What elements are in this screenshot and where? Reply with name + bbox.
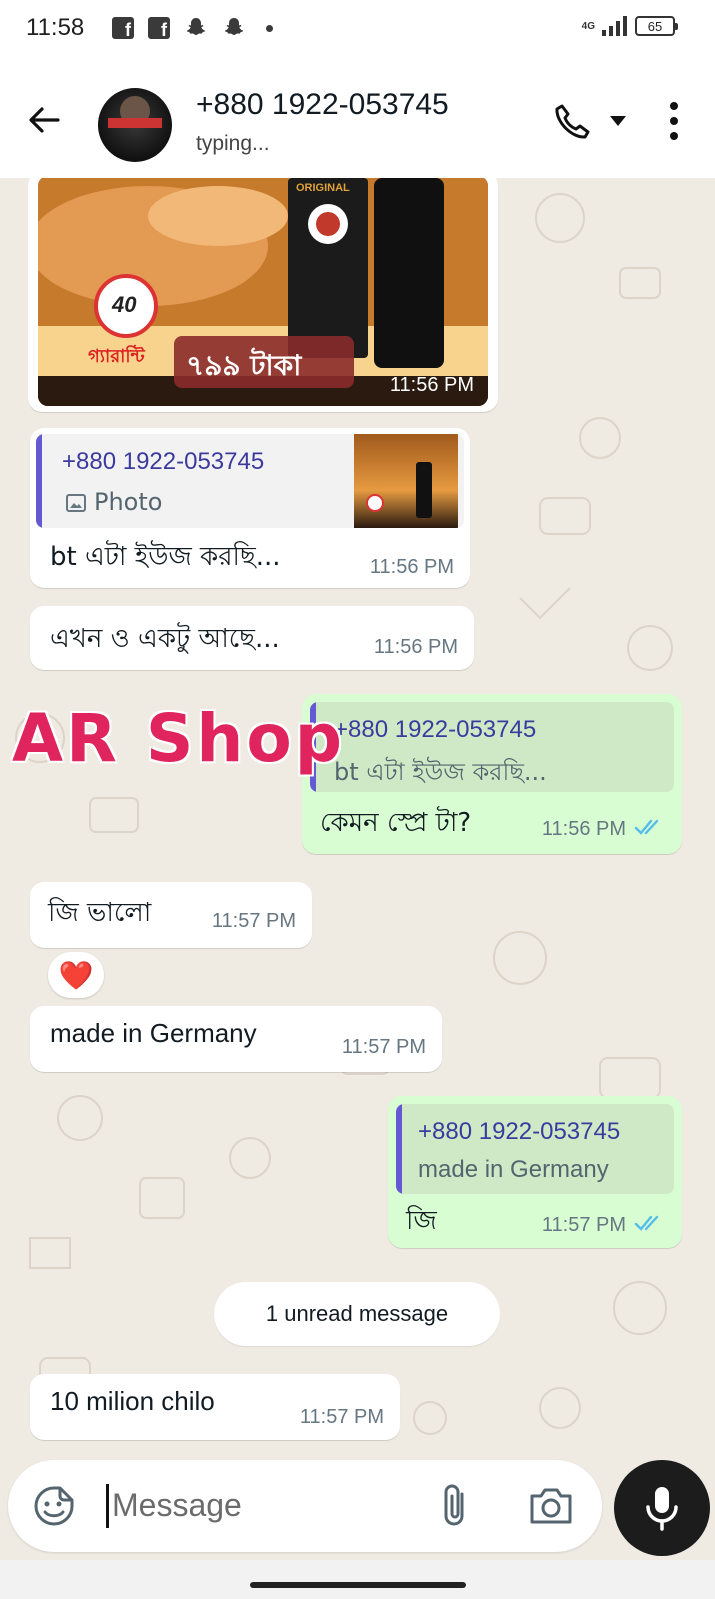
more-options-icon[interactable]: [664, 100, 684, 142]
image-badge-number: 40: [112, 292, 137, 317]
message-time: 11:57 PM: [341, 1036, 426, 1058]
voice-call-icon[interactable]: [552, 102, 592, 142]
facebook-icon: f: [148, 17, 170, 39]
network-type: 4G: [581, 20, 595, 32]
reaction-badge[interactable]: ❤️: [48, 952, 104, 998]
message-text: জি: [406, 1206, 437, 1236]
home-gesture-handle[interactable]: [250, 1582, 466, 1588]
notification-icons: f f: [112, 16, 273, 40]
watermark-text: AR Shop: [12, 700, 345, 777]
snapchat-icon: [225, 18, 243, 35]
message-text: এখন ও একটু আছে...: [50, 624, 280, 654]
incoming-message[interactable]: এখন ও একটু আছে... 11:56 PM: [30, 606, 474, 670]
quoted-text: made in Germany: [418, 1156, 609, 1183]
quoted-message[interactable]: +880 1922-053745 bt এটা ইউজ করছি...: [310, 702, 674, 792]
system-indicators: 4G 65: [581, 16, 678, 36]
quoted-text: Photo: [94, 488, 163, 516]
message-text: কেমন স্প্রে টা?: [320, 808, 472, 838]
message-list[interactable]: ORIGINAL 40 গ্যারান্টি ৭৯৯ টাকা 11:56 PM…: [0, 178, 715, 1460]
battery-icon: 65: [635, 16, 678, 36]
photo-icon: [66, 494, 86, 512]
camera-icon[interactable]: [528, 1484, 574, 1526]
message-text: জি ভালো: [48, 898, 152, 928]
chat-header: +880 1922-053745 typing...: [0, 60, 715, 178]
more-notifications-dot: [266, 24, 273, 32]
message-text: bt এটা ইউজ করছি...: [50, 542, 281, 572]
avatar[interactable]: [98, 88, 172, 162]
chevron-down-icon[interactable]: [610, 116, 626, 126]
status-bar: 11:58 f f 4G 65: [0, 0, 715, 60]
read-receipt-icon: [634, 1215, 659, 1231]
message-input[interactable]: [112, 1480, 412, 1530]
microphone-icon: [646, 1487, 678, 1531]
contact-status: typing...: [196, 132, 270, 155]
message-time: 11:56 PM: [373, 636, 458, 658]
attach-icon[interactable]: [438, 1482, 474, 1530]
incoming-message[interactable]: made in Germany 11:57 PM: [30, 1006, 442, 1072]
incoming-message[interactable]: 10 milion chilo 11:57 PM: [30, 1374, 400, 1440]
message-time: 11:56 PM: [369, 556, 454, 578]
status-time: 11:58: [26, 14, 85, 41]
message-time: 11:56 PM: [541, 818, 626, 840]
message-time: 11:56 PM: [389, 374, 474, 396]
message-text: made in Germany: [50, 1018, 257, 1048]
quoted-sender: +880 1922-053745: [418, 1118, 621, 1145]
text-cursor: [106, 1484, 109, 1528]
quoted-text: bt এটা ইউজ করছি...: [334, 758, 547, 786]
voice-record-button[interactable]: [614, 1460, 710, 1556]
quoted-thumbnail: [354, 434, 458, 528]
image-badge-text: গ্যারান্টি: [88, 346, 145, 367]
message-time: 11:57 PM: [299, 1406, 384, 1428]
read-receipt-icon: [634, 819, 659, 835]
outgoing-message[interactable]: +880 1922-053745 made in Germany জি 11:5…: [388, 1096, 682, 1248]
quoted-sender: +880 1922-053745: [62, 448, 265, 475]
signal-icon: [602, 16, 627, 36]
composer-bar: [0, 1460, 715, 1560]
facebook-icon: f: [112, 17, 134, 39]
contact-name[interactable]: +880 1922-053745: [196, 88, 449, 122]
image-product-tag: ORIGINAL: [296, 182, 350, 194]
quoted-sender: +880 1922-053745: [334, 716, 537, 743]
message-composer[interactable]: [8, 1460, 602, 1552]
message-time: 11:57 PM: [211, 910, 296, 932]
incoming-message[interactable]: +880 1922-053745 Photo bt এটা ইউজ করছি..…: [30, 428, 470, 588]
sticker-icon[interactable]: [32, 1484, 76, 1528]
unread-divider: 1 unread message: [214, 1282, 500, 1346]
message-text: 10 milion chilo: [50, 1386, 215, 1416]
quoted-message[interactable]: +880 1922-053745 Photo: [36, 434, 464, 528]
product-image[interactable]: ORIGINAL 40 গ্যারান্টি ৭৯৯ টাকা 11:56 PM: [38, 178, 488, 406]
message-time: 11:57 PM: [541, 1214, 626, 1236]
heart-icon: ❤️: [58, 958, 94, 992]
outgoing-message[interactable]: +880 1922-053745 bt এটা ইউজ করছি... কেমন…: [302, 694, 682, 854]
image-price-label: ৭৯৯ টাকা: [186, 349, 302, 382]
image-message[interactable]: ORIGINAL 40 গ্যারান্টি ৭৯৯ টাকা 11:56 PM: [28, 178, 498, 412]
back-arrow-icon[interactable]: [24, 100, 64, 140]
incoming-message[interactable]: জি ভালো 11:57 PM: [30, 882, 312, 948]
system-nav-bar: [0, 1560, 715, 1599]
snapchat-icon: [187, 18, 205, 35]
quoted-message[interactable]: +880 1922-053745 made in Germany: [396, 1104, 674, 1194]
